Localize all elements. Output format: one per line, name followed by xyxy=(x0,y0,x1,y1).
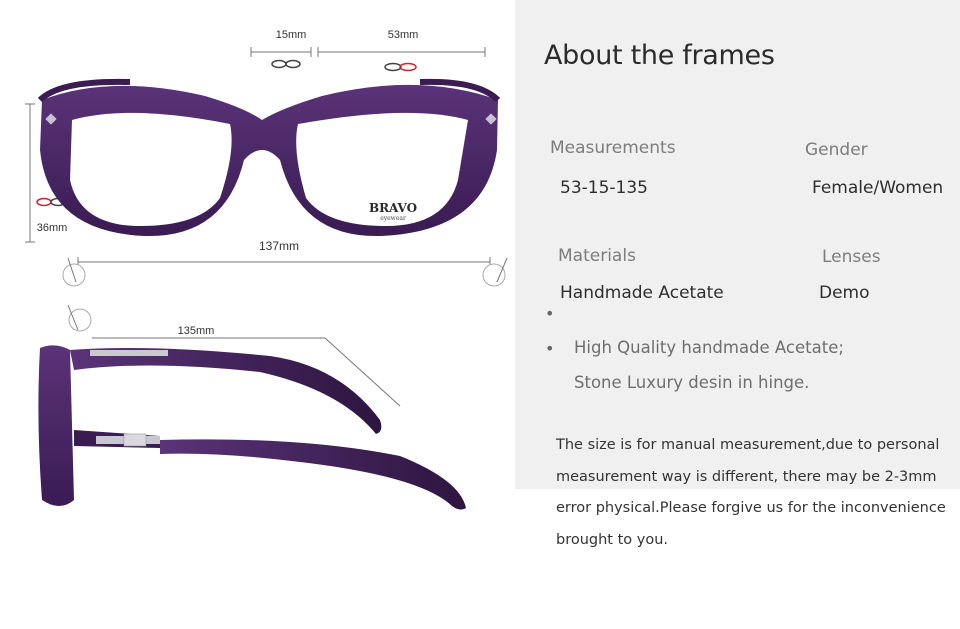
bullet-empty: • xyxy=(545,304,555,323)
spec-value-gender: Female/Women xyxy=(812,178,944,198)
front-view-frame xyxy=(37,78,501,237)
measurement-note: The size is for manual measurement,due t… xyxy=(556,430,956,556)
spec-label-lenses: Lenses xyxy=(822,247,881,267)
brand-logo: BRAVO xyxy=(369,201,417,215)
note-line: brought to you. xyxy=(556,531,669,548)
lens-width-label: 53mm xyxy=(388,29,419,41)
spec-value-measurements: 53-15-135 xyxy=(560,178,648,198)
frame-width-label: 137mm xyxy=(259,239,299,253)
spec-label-measurements: Measurements xyxy=(550,138,676,158)
brand-sub: eyewear xyxy=(380,215,406,222)
note-line: The size is for manual measurement,due t… xyxy=(556,437,940,453)
spec-value-lenses: Demo xyxy=(819,283,870,303)
lens-height-dimension xyxy=(25,103,35,243)
bridge-width-label: 15mm xyxy=(276,29,307,41)
spec-value-materials: Handmade Acetate xyxy=(560,283,724,303)
side-view-frame xyxy=(38,345,466,510)
section-title: About the frames xyxy=(544,40,775,72)
temple-length-label: 135mm xyxy=(178,325,215,337)
product-image-panel: BRAVO eyewear 15mm 53mm 36mm 137mm 135mm xyxy=(0,0,515,624)
lens-width-dimension xyxy=(317,47,486,57)
bridge-dimension xyxy=(250,47,312,57)
note-line: measurement way is different, there may … xyxy=(556,468,937,485)
feature-hinge: Stone Luxury desin in hinge. xyxy=(574,373,810,392)
bullet-feature: • xyxy=(545,339,555,358)
glasses-measurement-diagram: BRAVO eyewear 15mm 53mm 36mm 137mm 135mm xyxy=(25,29,508,510)
lens-height-label: 36mm xyxy=(37,222,68,234)
spec-label-gender: Gender xyxy=(805,140,868,160)
frame-width-dimension xyxy=(62,257,508,287)
note-line: error physical.Please forgive us for the… xyxy=(556,500,946,516)
info-panel xyxy=(515,0,960,489)
feature-acetate: High Quality handmade Acetate; xyxy=(574,338,844,357)
spec-label-materials: Materials xyxy=(558,246,636,266)
